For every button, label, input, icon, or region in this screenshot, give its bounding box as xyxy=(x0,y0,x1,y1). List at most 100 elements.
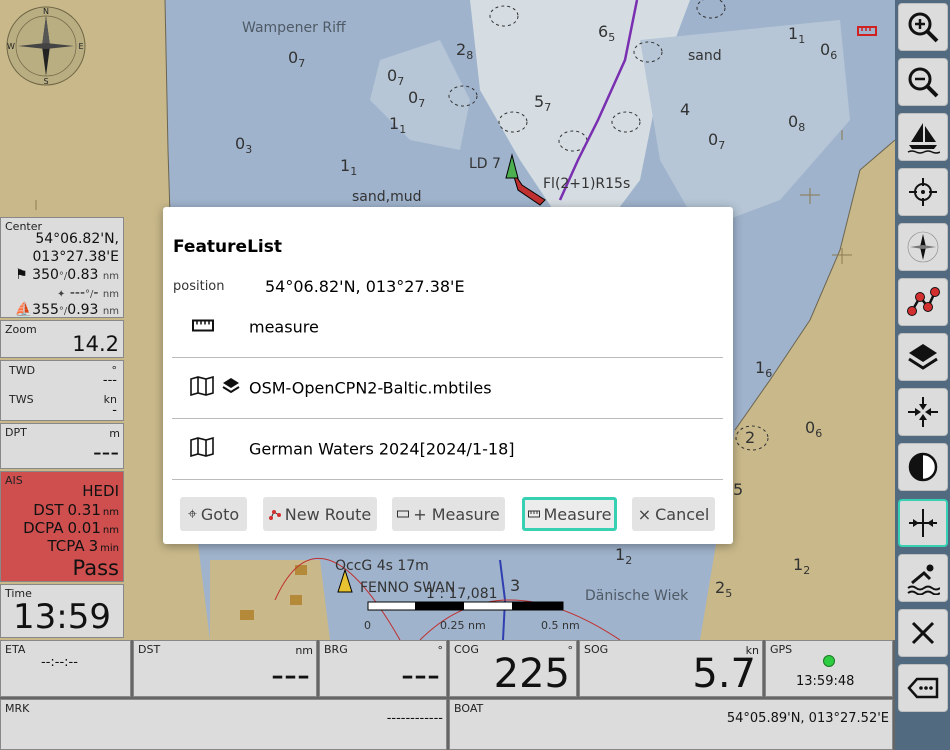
depth-sounding: 2 xyxy=(745,428,756,447)
widget-label: BRG xyxy=(324,643,348,656)
boat-widget[interactable]: BOAT 54°05.89'N, 013°27.52'E xyxy=(449,699,893,750)
sog-widget[interactable]: SOG kn 5.7 xyxy=(579,640,763,697)
ais-widget[interactable]: AIS HEDI DST 0.31 nm DCPA 0.01 nm TCPA 3 min P… xyxy=(0,471,124,582)
map-icon xyxy=(190,436,214,461)
time-value: 13:59 xyxy=(13,597,111,637)
widget-label: SOG xyxy=(584,643,609,656)
zoom-value: 14.2 xyxy=(72,332,119,356)
depth-sounding: 12 xyxy=(793,555,811,578)
ais-tcpa: TCPA 3 min xyxy=(47,537,119,555)
compass-letter: E xyxy=(78,42,83,51)
mrk-widget[interactable]: MRK ------------ xyxy=(0,699,447,750)
measure-button[interactable]: Measure xyxy=(522,497,617,531)
compass-letter: N xyxy=(43,7,49,16)
boat-button[interactable] xyxy=(898,113,948,161)
ruler-icon xyxy=(192,318,214,337)
dst-value: --- xyxy=(271,655,310,696)
feature-label: OSM-OpenCPN2-Baltic.mbtiles xyxy=(249,378,492,398)
twd-value: --- xyxy=(102,373,117,388)
depth-sounding: 3 xyxy=(510,576,521,595)
zoom-in-icon xyxy=(908,12,939,43)
brg-widget[interactable]: BRG ° --- xyxy=(319,640,447,697)
night-mode-button[interactable] xyxy=(898,443,948,491)
depth-sounding: 08 xyxy=(788,112,806,135)
cog-value: 225 xyxy=(493,651,570,697)
zoom-widget[interactable]: Zoom 14.2 xyxy=(0,320,124,358)
center-arrows-icon xyxy=(908,397,938,427)
depth-sounding: 16 xyxy=(755,358,773,381)
mrk-value: ------------ xyxy=(386,711,443,726)
boat-icon xyxy=(907,123,940,154)
time-widget[interactable]: Time 13:59 xyxy=(0,584,124,638)
close-icon xyxy=(911,621,935,645)
widget-label: COG xyxy=(454,643,479,656)
depth-widget[interactable]: DPT m --- xyxy=(0,423,124,469)
center-widget[interactable]: Center 54°06.82'N, 013°27.38'E ⚑ 350°/0.… xyxy=(0,217,124,318)
sog-value: 5.7 xyxy=(692,651,756,697)
route-button[interactable] xyxy=(898,278,948,326)
add-measure-button[interactable]: + Measure xyxy=(392,497,505,531)
feature-item-measure[interactable]: measure xyxy=(172,297,723,358)
ruler-icon xyxy=(527,510,540,518)
contrast-icon xyxy=(908,452,938,482)
depth-sounding: 28 xyxy=(456,40,474,63)
depth-sounding: 06 xyxy=(820,40,838,63)
boat-position: 54°05.89'N, 013°27.52'E xyxy=(726,711,889,726)
position-value: 54°06.82'N, 013°27.38'E xyxy=(265,277,465,296)
cancel-button[interactable]: × Cancel xyxy=(632,497,715,531)
depth-sounding: 07 xyxy=(708,130,726,153)
zoom-out-button[interactable] xyxy=(898,58,948,106)
widget-label: BOAT xyxy=(454,702,484,715)
crosshair-icon xyxy=(909,178,937,206)
depth-sounding: 11 xyxy=(340,156,358,179)
measure-indicator-icon[interactable] xyxy=(857,22,877,36)
place-label: Dänische Wiek xyxy=(585,588,689,604)
back-icon xyxy=(907,677,939,699)
depth-sounding: 06 xyxy=(805,418,823,441)
center-map-button[interactable] xyxy=(898,388,948,436)
center-boat: ⛵355°/0.93 nm xyxy=(14,302,119,318)
depth-sounding: 11 xyxy=(389,114,407,137)
north-up-button[interactable] xyxy=(898,223,948,271)
compass-rose-icon[interactable]: N E S W xyxy=(6,6,86,86)
place-label: Fl(2+1)R15s xyxy=(543,176,631,192)
position-label: position xyxy=(173,279,225,294)
dst-widget[interactable]: DST nm --- xyxy=(133,640,317,697)
feature-label: German Waters 2024[2024/1-18] xyxy=(249,439,515,459)
cog-widget[interactable]: COG ° 225 xyxy=(449,640,577,697)
compass-letter: S xyxy=(43,77,48,86)
feature-label: measure xyxy=(249,317,319,337)
depth-sounding: 25 xyxy=(715,578,733,601)
gps-center-button[interactable] xyxy=(898,168,948,216)
place-label: Wampener Riff xyxy=(242,20,346,36)
widget-label: Zoom xyxy=(5,323,37,336)
ais-status: Pass xyxy=(72,556,119,580)
depth-sounding: 07 xyxy=(288,48,306,71)
depth-sounding: 11 xyxy=(788,24,806,47)
right-toolbar xyxy=(895,0,950,750)
zoom-in-button[interactable] xyxy=(898,3,948,51)
goto-button[interactable]: ⌖ Goto xyxy=(180,497,247,531)
gps-widget[interactable]: GPS 13:59:48 xyxy=(765,640,893,697)
layers-icon xyxy=(908,344,938,370)
feature-item-german-waters[interactable]: German Waters 2024[2024/1-18] xyxy=(172,419,723,480)
tws-value: - xyxy=(112,403,117,418)
anchor-watch-icon xyxy=(907,564,940,595)
widget-label: ETA xyxy=(5,643,26,656)
wind-widget[interactable]: TWD ° --- TWS kn - xyxy=(0,360,124,421)
compass-north-icon xyxy=(907,231,939,263)
new-route-button[interactable]: New Route xyxy=(263,497,377,531)
widget-label: DST xyxy=(138,643,161,656)
boat-icon: ⛵ xyxy=(14,302,33,318)
eta-widget[interactable]: ETA --:--:-- xyxy=(0,640,131,697)
widget-label: AIS xyxy=(5,474,23,487)
feature-item-osm-chart[interactable]: OSM-OpenCPN2-Baltic.mbtiles xyxy=(172,358,723,419)
gps-status-icon xyxy=(823,655,835,667)
measure-center-button[interactable] xyxy=(898,499,948,547)
measure-center-icon xyxy=(909,509,937,537)
back-button[interactable] xyxy=(898,664,948,712)
depth-sounding: 03 xyxy=(235,134,253,157)
anchor-watch-button[interactable] xyxy=(898,554,948,602)
layers-button[interactable] xyxy=(898,333,948,381)
close-button[interactable] xyxy=(898,609,948,657)
